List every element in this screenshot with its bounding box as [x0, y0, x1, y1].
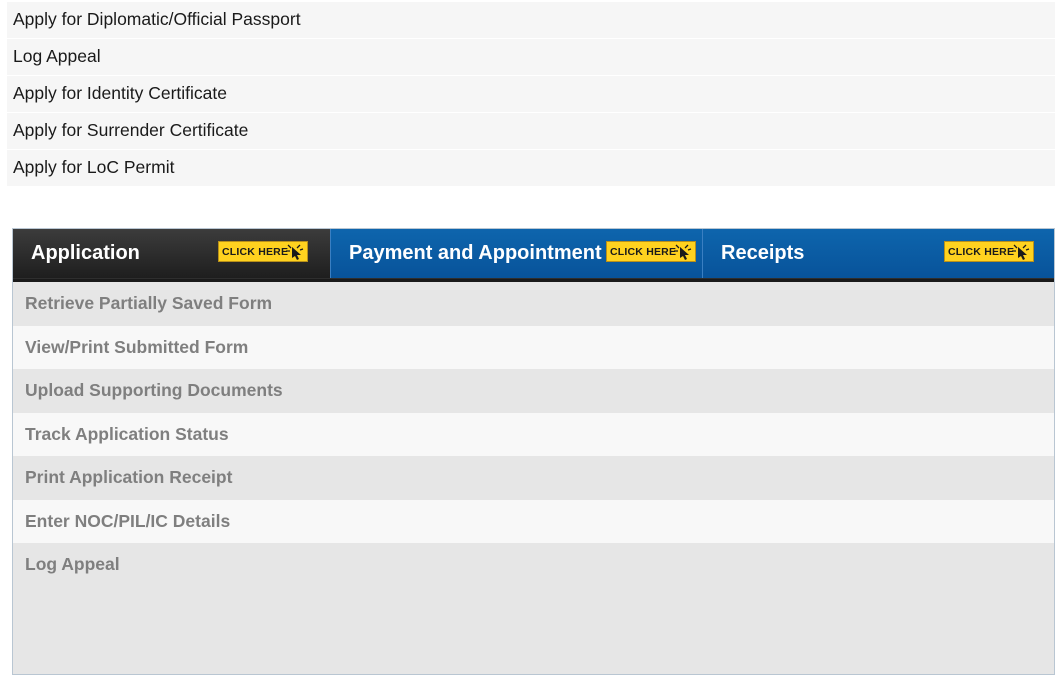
tab-payment-appointment[interactable]: Payment and Appointment CLICK HERE: [330, 229, 702, 278]
service-link-identity-certificate[interactable]: Apply for Identity Certificate: [7, 76, 1055, 113]
menu-item-upload-documents[interactable]: Upload Supporting Documents: [13, 369, 1054, 413]
tab-application-label: Application: [31, 242, 140, 264]
menu-item-print-receipt[interactable]: Print Application Receipt: [13, 456, 1054, 500]
application-tab-panel: Application CLICK HERE Payment and Appoi…: [12, 228, 1055, 675]
click-here-text: CLICK HERE: [610, 245, 677, 258]
tab-receipts-label: Receipts: [721, 242, 805, 264]
pointing-hand-icon: [286, 244, 304, 260]
menu-item-enter-noc-details[interactable]: Enter NOC/PIL/IC Details: [13, 499, 1054, 543]
tab-payment-label: Payment and Appointment: [349, 242, 602, 264]
menu-item-log-appeal[interactable]: Log Appeal: [13, 543, 1054, 587]
click-here-text: CLICK HERE: [948, 245, 1015, 258]
service-link-surrender-certificate[interactable]: Apply for Surrender Certificate: [7, 113, 1055, 150]
service-list: Apply for Diplomatic/Official Passport L…: [7, 2, 1055, 187]
click-here-badge-payment[interactable]: CLICK HERE: [606, 241, 696, 262]
pointing-hand-icon: [1012, 244, 1030, 260]
click-here-badge-receipts[interactable]: CLICK HERE: [944, 241, 1034, 262]
tab-receipts[interactable]: Receipts CLICK HERE: [702, 229, 1054, 278]
menu-item-view-print-submitted[interactable]: View/Print Submitted Form: [13, 325, 1054, 369]
click-here-badge-application[interactable]: CLICK HERE: [218, 241, 308, 262]
tab-application[interactable]: Application CLICK HERE: [13, 229, 330, 278]
menu-item-track-status[interactable]: Track Application Status: [13, 412, 1054, 456]
tab-bar: Application CLICK HERE Payment and Appoi…: [13, 229, 1054, 279]
service-link-diplomatic-passport[interactable]: Apply for Diplomatic/Official Passport: [7, 2, 1055, 39]
click-here-text: CLICK HERE: [222, 245, 289, 258]
service-link-loc-permit[interactable]: Apply for LoC Permit: [7, 150, 1055, 187]
application-menu: Retrieve Partially Saved Form View/Print…: [13, 282, 1054, 587]
pointing-hand-icon: [674, 244, 692, 260]
menu-item-retrieve-saved-form[interactable]: Retrieve Partially Saved Form: [13, 282, 1054, 326]
service-link-log-appeal[interactable]: Log Appeal: [7, 39, 1055, 76]
